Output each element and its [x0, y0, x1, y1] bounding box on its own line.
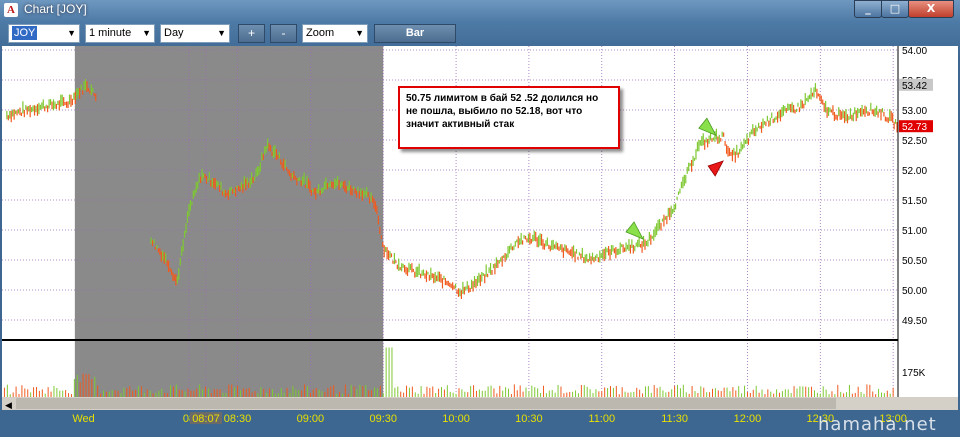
chart-type-button[interactable]: Bar: [374, 24, 456, 43]
x-tick-label: 09:30: [369, 413, 397, 425]
title-bar[interactable]: A Chart [JOY] _ □ X: [0, 0, 960, 20]
price-marker-label: 53.42: [902, 81, 927, 92]
maximize-button[interactable]: □: [881, 0, 909, 18]
x-tick-label: 10:30: [515, 413, 543, 425]
y-tick-label: 54.00: [902, 46, 927, 57]
y-tick-label: 51.50: [902, 196, 927, 207]
red-arrow-marker: [707, 160, 724, 177]
dropdown-arrow-icon[interactable]: ▼: [142, 25, 151, 42]
scrollbar-thumb: [16, 398, 836, 409]
watermark: hamaha.net: [818, 414, 937, 435]
price-marker-label: 52.73: [902, 122, 927, 133]
interval-select[interactable]: 1 minute ▼: [85, 24, 155, 43]
dropdown-arrow-icon[interactable]: ▼: [217, 25, 226, 42]
x-tick-label: 12:00: [734, 413, 762, 425]
annotation-note: 50.75 лимитом в бай 52 .52 долился но не…: [398, 86, 620, 149]
symbol-select[interactable]: JOY ▼: [8, 24, 80, 43]
dropdown-arrow-icon[interactable]: ▼: [67, 25, 76, 42]
window-title: Chart [JOY]: [24, 2, 87, 16]
price-axis: [898, 46, 958, 397]
x-tick-label: 11:30: [661, 413, 688, 425]
dropdown-arrow-icon[interactable]: ▼: [355, 25, 364, 42]
y-tick-label: 52.50: [902, 136, 927, 147]
y-tick-label: 50.00: [902, 286, 927, 297]
close-button[interactable]: X: [908, 0, 954, 18]
x-tick-label: Wed: [72, 413, 94, 425]
x-tick-label: 08:07: [192, 413, 220, 425]
x-tick-label: 11:00: [588, 413, 615, 425]
y-tick-label: 52.00: [902, 166, 927, 177]
chart-window: A Chart [JOY] _ □ X JOY ▼ 1 minute ▼ Day…: [0, 0, 960, 437]
green-arrow-marker: [698, 117, 717, 136]
zoom-value: Zoom: [306, 27, 335, 39]
green-arrow-marker: [625, 221, 644, 240]
zoom-out-button[interactable]: -: [270, 24, 297, 43]
period-select[interactable]: Day ▼: [160, 24, 230, 43]
premarket-shade: [74, 46, 384, 397]
y-tick-label: 51.00: [902, 226, 927, 237]
zoom-in-button[interactable]: +: [238, 24, 265, 43]
symbol-value: JOY: [12, 26, 38, 40]
app-logo-icon: A: [4, 3, 18, 17]
interval-value: 1 minute: [89, 27, 132, 39]
x-tick-label: 08:30: [224, 413, 252, 425]
zoom-select[interactable]: Zoom ▼: [302, 24, 368, 43]
y-tick-label: 50.50: [902, 256, 927, 267]
scroll-left-arrow[interactable]: ◀: [5, 400, 12, 410]
period-value: Day: [164, 27, 184, 39]
volume-axis-label: 175K: [902, 368, 926, 379]
chart-toolbar: JOY ▼ 1 minute ▼ Day ▼ + - Zoom ▼ Bar: [0, 22, 960, 46]
y-tick-label: 53.00: [902, 106, 927, 117]
y-tick-label: 49.50: [902, 316, 927, 327]
x-tick-label: 10:00: [442, 413, 470, 425]
chart-area[interactable]: 54.0053.5053.0052.5052.0051.5051.0050.50…: [2, 46, 958, 437]
minimize-button[interactable]: _: [854, 0, 882, 18]
x-tick-label: 09:00: [297, 413, 325, 425]
